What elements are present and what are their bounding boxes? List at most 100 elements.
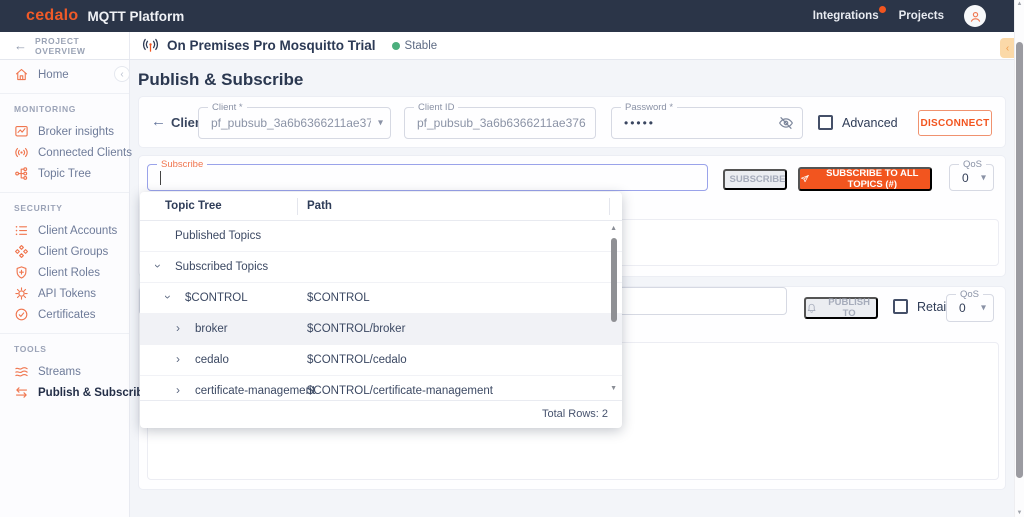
user-avatar[interactable] [964, 5, 986, 27]
topic-tree-row[interactable]: ›cedalo$CONTROL/cedalo [140, 345, 622, 376]
topic-tree-row[interactable]: ›$CONTROL$CONTROL [140, 283, 622, 314]
project-overview-back[interactable]: ← PROJECT OVERVIEW [0, 32, 130, 59]
column-path: Path [307, 200, 332, 212]
sidebar-section: Home [0, 60, 129, 93]
sidebar-item-client-accounts[interactable]: Client Accounts [0, 220, 129, 241]
publish-to-button[interactable]: PUBLISH TO [804, 297, 878, 319]
subscribe-all-topics-button[interactable]: SUBSCRIBE TO ALL TOPICS (#) [798, 167, 932, 191]
client-back-arrow[interactable]: ← [151, 113, 166, 130]
sidebar-item-label: Broker insights [38, 126, 114, 138]
nav-integrations[interactable]: Integrations [813, 10, 879, 22]
send-icon [800, 173, 810, 185]
subscribe-input[interactable]: Subscribe [147, 164, 708, 191]
sidebar-item-client-groups[interactable]: Client Groups [0, 241, 129, 262]
notification-dot [879, 6, 886, 13]
client-select[interactable]: Client * pf_pubsub_3a6b6366211ae376 ▾ [198, 107, 391, 139]
home-icon [14, 67, 29, 82]
topic-path: $CONTROL/certificate-management [307, 385, 493, 397]
chevron-down-icon: ▾ [378, 118, 383, 129]
publish-qos-select[interactable]: QoS 0 ▾ [946, 294, 994, 322]
topic-tree-dropdown: Topic Tree Path Published Topics›Subscri… [140, 192, 622, 428]
advanced-label: Advanced [842, 116, 898, 130]
topic-tree-row[interactable]: ›Subscribed Topics [140, 252, 622, 283]
subscribe-all-label: SUBSCRIBE TO ALL TOPICS (#) [815, 168, 930, 190]
chevron-down-icon: ▾ [981, 303, 986, 314]
token-icon [14, 286, 29, 301]
chevron-down-icon[interactable]: › [162, 292, 174, 302]
chevron-right-icon[interactable]: › [173, 353, 183, 365]
person-icon [968, 9, 983, 24]
topbar-nav: Integrations Projects [813, 5, 1000, 27]
sidebar-item-client-roles[interactable]: Client Roles [0, 262, 129, 283]
chevron-down-icon[interactable]: › [152, 261, 164, 271]
sidebar-item-home[interactable]: Home [0, 64, 129, 85]
sidebar-item-label: Home [38, 69, 69, 81]
sidebar-collapse-button[interactable]: ‹ [114, 66, 130, 82]
sidebar-section: MONITORING Broker insights Connected Clien… [0, 93, 129, 192]
sidebar-section: TOOLS StreamsPublish & Subscribe [0, 333, 129, 411]
sidebar-item-topic-tree[interactable]: Topic Tree [0, 163, 129, 184]
topic-path: $CONTROL/cedalo [307, 354, 407, 366]
topbar: cedalo MQTT Platform Integrations Projec… [0, 0, 1024, 32]
bell-icon [806, 302, 817, 314]
column-divider [609, 198, 610, 215]
password-input[interactable]: Password * ••••• [611, 107, 803, 139]
certificate-icon [14, 307, 29, 322]
pubsub-icon [14, 385, 29, 400]
subscribe-qos-value: 0 [962, 165, 969, 190]
disconnect-button[interactable]: DISCONNECT [918, 110, 992, 136]
sidebar-item-certificates[interactable]: Certificates [0, 304, 129, 325]
subscribe-button-label: SUBSCRIBE [730, 174, 786, 185]
chart-icon [14, 124, 29, 139]
topic-label: Published Topics [175, 230, 261, 242]
panel-collapse-button[interactable]: ‹ [1000, 38, 1015, 58]
status-label: Stable [405, 40, 438, 52]
topic-tree-row[interactable]: ›broker$CONTROL/broker [140, 314, 622, 345]
client-id-value: pf_pubsub_3a6b6366211ae376 [417, 108, 586, 138]
back-arrow-icon: ← [14, 39, 27, 52]
sidebar-section-header: TOOLS [14, 344, 129, 354]
nav-projects[interactable]: Projects [899, 10, 944, 22]
scroll-up-icon[interactable]: ▲ [610, 225, 617, 232]
sidebar-item-streams[interactable]: Streams [0, 361, 129, 382]
retain-checkbox[interactable] [893, 299, 908, 314]
sidebar-item-broker-insights[interactable]: Broker insights [0, 121, 129, 142]
eye-off-icon[interactable] [778, 115, 794, 131]
sidebar-item-label: Publish & Subscribe [38, 387, 150, 399]
list-icon [14, 223, 29, 238]
page-scrollbar-thumb[interactable] [1016, 42, 1023, 478]
header-strip: ← PROJECT OVERVIEW On Premises Pro Mosqu… [0, 32, 1024, 60]
sidebar-item-label: Client Groups [38, 246, 108, 258]
cedalo-logo[interactable]: cedalo [26, 7, 79, 25]
group-icon [14, 244, 29, 259]
topic-label: certificate-management [195, 385, 315, 397]
status-dot [392, 42, 400, 50]
client-card: ← Client: Client * pf_pubsub_3a6b6366211… [138, 96, 1006, 148]
topic-label: broker [195, 323, 228, 335]
subscribe-button[interactable]: SUBSCRIBE [723, 169, 787, 190]
topic-tree-row[interactable]: › certificate-management$CONTROL/certific… [140, 376, 622, 400]
chevron-right-icon[interactable]: › [173, 384, 183, 396]
disconnect-label: DISCONNECT [920, 118, 989, 129]
status-badge: Stable [392, 40, 438, 52]
topic-tree-row[interactable]: Published Topics [140, 221, 622, 252]
topic-path: $CONTROL [307, 292, 370, 304]
scroll-down-icon[interactable]: ▼ [1015, 510, 1024, 516]
sidebar-item-connected-clients[interactable]: Connected Clients [0, 142, 129, 163]
page-scrollbar[interactable]: ▲ ▼ [1014, 0, 1024, 517]
subscribe-qos-select[interactable]: QoS 0 ▾ [949, 164, 994, 191]
dropdown-scrollbar-thumb[interactable] [611, 238, 617, 322]
advanced-checkbox[interactable] [818, 115, 833, 130]
scroll-down-icon[interactable]: ▼ [610, 385, 617, 392]
sidebar-item-label: Topic Tree [38, 168, 91, 180]
scroll-up-icon[interactable]: ▲ [1015, 1, 1024, 7]
text-cursor [160, 171, 161, 185]
sidebar: Home MONITORING Broker insights Connected C… [0, 60, 130, 517]
streams-icon [14, 364, 29, 379]
chevron-right-icon[interactable]: › [173, 322, 183, 334]
sidebar-section-header: MONITORING [14, 104, 129, 114]
publish-to-label: PUBLISH TO [822, 297, 876, 319]
sidebar-item-publish-subscribe[interactable]: Publish & Subscribe [0, 382, 129, 403]
sidebar-item-api-tokens[interactable]: API Tokens [0, 283, 129, 304]
client-id-input[interactable]: Client ID pf_pubsub_3a6b6366211ae376 [404, 107, 596, 139]
